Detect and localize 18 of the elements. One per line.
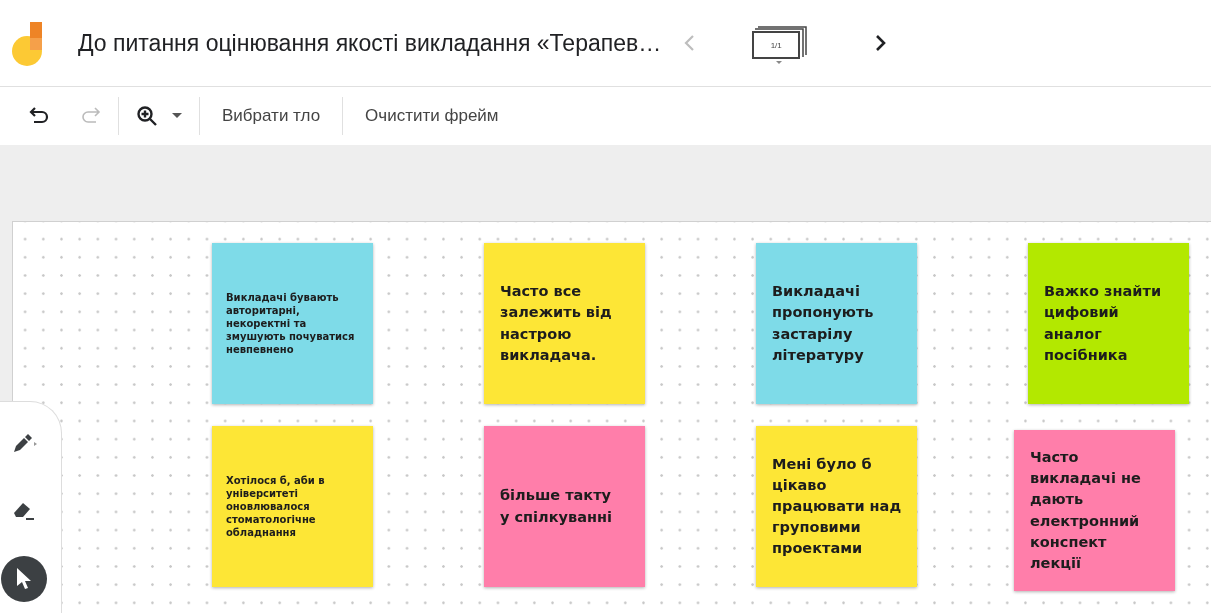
sticky-note[interactable]: Викладачі пропонують застарілу літературу (756, 243, 917, 404)
chevron-right-icon (873, 34, 888, 52)
redo-icon (79, 106, 101, 126)
sticky-note[interactable]: Викладачі бувають авторитарні, некоректні та змушують почуватися невпевнено (212, 243, 373, 404)
zoom-in-icon (136, 105, 158, 127)
sticky-note[interactable]: Хотілося б, аби в університеті оновлювалося стоматологічне обладнання (212, 426, 373, 587)
clear-frame-button[interactable]: Очистити фрейм (353, 100, 511, 132)
frame-counter-button[interactable]: 1/1 (749, 21, 820, 65)
choose-background-button[interactable]: Вибрати тло (210, 100, 333, 132)
sticky-note[interactable]: Важко знайти цифовий аналог посібника (1028, 243, 1189, 404)
document-title: До питання оцінювання якості викладання «Терапев… (78, 29, 662, 57)
eraser-icon (11, 500, 36, 522)
sticky-note[interactable]: більше такту у спілкуванні (484, 426, 645, 587)
sticky-note[interactable]: Часто викладачі не дають електронний конспект лекції (1014, 430, 1175, 591)
sticky-note[interactable]: Часто все залежить від настрою викладача. (484, 243, 645, 404)
undo-icon (29, 106, 51, 126)
select-tool-button[interactable] (0, 556, 47, 602)
sticky-note[interactable]: Мені було б цікаво працювати над груповими проектами (756, 426, 917, 587)
